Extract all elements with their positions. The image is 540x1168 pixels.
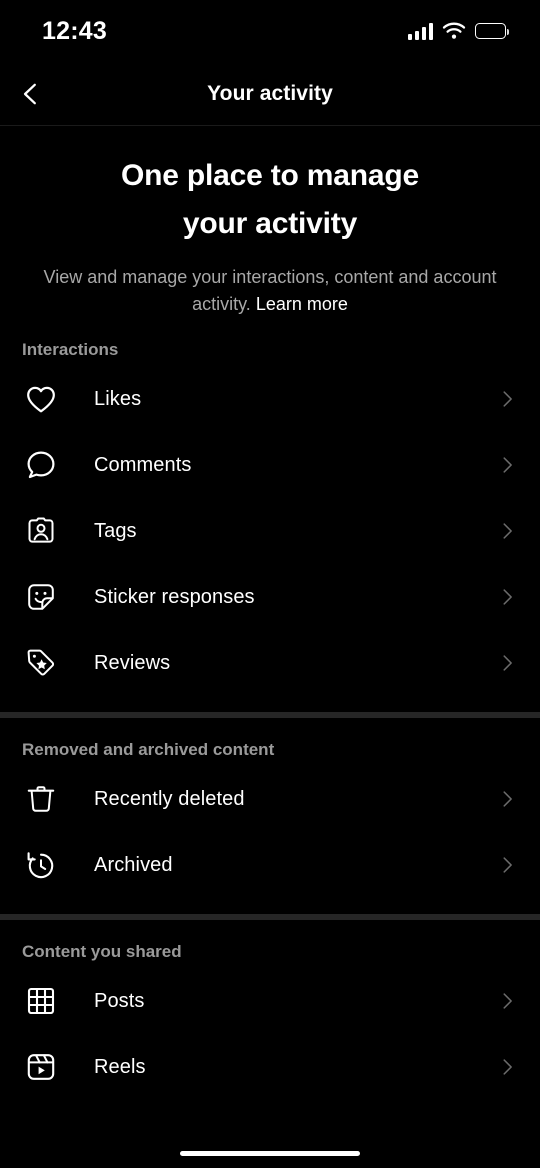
back-button[interactable]: [8, 71, 54, 117]
price-tag-star-icon: [22, 644, 60, 682]
home-indicator-bar: [180, 1151, 360, 1156]
hero-title: One place to manage your activity: [42, 152, 498, 248]
section-title: Content you shared: [22, 942, 182, 961]
section-title: Interactions: [22, 340, 119, 359]
sections-container: Interactions Likes Comments Tags Sticker res…: [0, 318, 540, 1100]
battery-icon: [475, 23, 510, 39]
heart-icon: [22, 380, 60, 418]
list-item-reviews[interactable]: Reviews: [0, 630, 540, 696]
hero-title-line-1: One place to manage: [121, 159, 419, 192]
list-item-reels[interactable]: Reels: [0, 1034, 540, 1100]
learn-more-link[interactable]: Learn more: [256, 294, 348, 314]
cellular-signal-icon: [408, 22, 433, 40]
list-item-sticker-responses[interactable]: Sticker responses: [0, 564, 540, 630]
list-item-comments[interactable]: Comments: [0, 432, 540, 498]
screen-your-activity: 12:43 Your activity One place to manage …: [0, 0, 540, 1168]
list-item-label: Reviews: [94, 651, 171, 674]
list-item-label: Likes: [94, 387, 142, 410]
list-item-label: Tags: [94, 519, 137, 542]
list-item-archived[interactable]: Archived: [0, 832, 540, 898]
status-bar-time: 12:43: [42, 16, 107, 45]
grid-icon: [22, 982, 60, 1020]
list-item-label: Comments: [94, 453, 192, 476]
chevron-left-icon: [23, 83, 36, 104]
sticker-smiley-icon: [22, 578, 60, 616]
chevron-right-icon: [496, 454, 518, 476]
tag-person-icon: [22, 512, 60, 550]
chevron-right-icon: [496, 788, 518, 810]
clock-rewind-icon: [22, 846, 60, 884]
section-removed-and-archived-content: Removed and archived content Recently del…: [0, 718, 540, 898]
chevron-right-icon: [496, 520, 518, 542]
hero-subtitle: View and manage your interactions, conte…: [42, 264, 498, 318]
list-item-recently-deleted[interactable]: Recently deleted: [0, 766, 540, 832]
section-interactions: Interactions Likes Comments Tags Sticker res…: [0, 318, 540, 696]
chevron-right-icon: [496, 990, 518, 1012]
reels-clapper-icon: [22, 1048, 60, 1086]
list-item-label: Archived: [94, 853, 173, 876]
hero-title-line-2: your activity: [182, 207, 358, 240]
list-item-label: Recently deleted: [94, 787, 245, 810]
chevron-right-icon: [496, 1056, 518, 1078]
list-item-label: Posts: [94, 989, 145, 1012]
wifi-icon: [442, 22, 466, 40]
status-bar: 12:43: [0, 0, 540, 62]
list-item-likes[interactable]: Likes: [0, 366, 540, 432]
list-item-tags[interactable]: Tags: [0, 498, 540, 564]
chevron-right-icon: [496, 652, 518, 674]
section-title: Removed and archived content: [22, 740, 275, 759]
hero-section: One place to manage your activity View a…: [0, 126, 540, 318]
list-item-label: Sticker responses: [94, 585, 255, 608]
trash-icon: [22, 780, 60, 818]
chevron-right-icon: [496, 586, 518, 608]
list-item-label: Reels: [94, 1055, 146, 1078]
section-content-you-shared: Content you shared Posts Reels: [0, 920, 540, 1100]
chevron-right-icon: [496, 388, 518, 410]
app-header: Your activity: [0, 62, 540, 126]
page-title: Your activity: [207, 81, 333, 105]
status-bar-icons: [408, 22, 510, 40]
chevron-right-icon: [496, 854, 518, 876]
list-item-posts[interactable]: Posts: [0, 968, 540, 1034]
comment-bubble-icon: [22, 446, 60, 484]
